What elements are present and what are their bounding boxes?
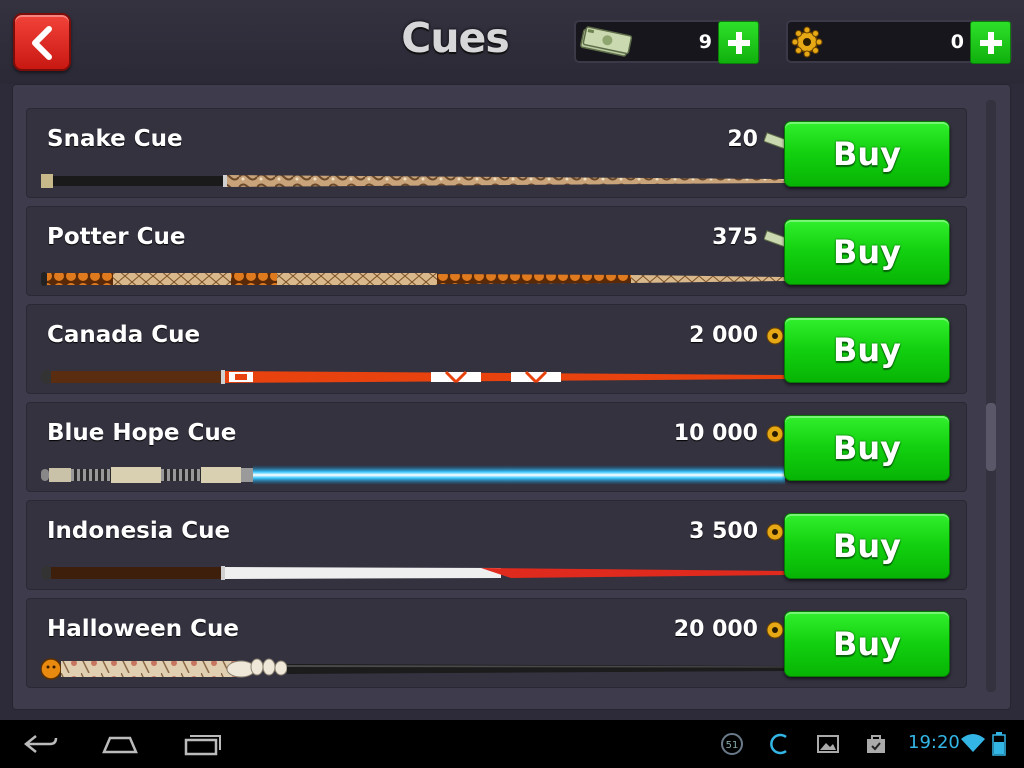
canada-cue-image <box>41 370 785 384</box>
coin-icon <box>766 621 784 639</box>
cue-row-potter: Potter Cue 375 Buy <box>26 206 967 296</box>
cue-name: Canada Cue <box>47 322 201 348</box>
buy-button[interactable]: Buy <box>784 415 950 481</box>
potter-cue-image <box>41 272 785 286</box>
coins-amount: 0 <box>950 31 964 53</box>
cue-name: Indonesia Cue <box>47 518 231 544</box>
add-coins-button[interactable] <box>970 21 1011 64</box>
coins-counter: 0 <box>786 20 1012 64</box>
back-nav-icon[interactable] <box>22 730 60 758</box>
scrollbar-thumb[interactable] <box>986 403 996 471</box>
buy-button[interactable]: Buy <box>784 219 950 285</box>
system-nav-bar: 51 19:20 <box>0 720 1024 768</box>
money-icon <box>764 230 786 248</box>
buy-button[interactable]: Buy <box>784 513 950 579</box>
blue-hope-cue-image <box>41 465 785 485</box>
sync-icon <box>770 733 787 755</box>
coin-icon <box>790 24 824 64</box>
cue-name: Potter Cue <box>47 224 186 250</box>
money-icon <box>578 24 634 64</box>
buy-button[interactable]: Buy <box>784 611 950 677</box>
cue-price: 3 500 <box>689 519 758 544</box>
cue-price: 20 <box>727 127 758 152</box>
money-icon <box>764 132 786 150</box>
indonesia-cue-image <box>41 566 785 580</box>
cash-amount: 9 <box>698 31 712 53</box>
battery-icon <box>992 732 1006 756</box>
scrollbar[interactable] <box>986 100 996 692</box>
cue-row-snake: Snake Cue 20 Buy <box>26 108 967 198</box>
cue-price: 375 <box>712 225 758 250</box>
coin-icon <box>766 327 784 345</box>
notification-count-icon: 51 <box>720 732 744 760</box>
top-bar: Cues 9 0 <box>0 0 1024 84</box>
halloween-cue-image <box>41 658 785 680</box>
cue-price: 2 000 <box>689 323 758 348</box>
cue-price: 20 000 <box>673 617 758 642</box>
chevron-left-icon <box>32 26 52 60</box>
cue-name: Snake Cue <box>47 126 183 152</box>
recent-apps-icon[interactable] <box>182 730 222 758</box>
home-nav-icon[interactable] <box>100 730 140 758</box>
store-icon <box>867 735 885 753</box>
cue-row-blue-hope: Blue Hope Cue 10 000 Buy <box>26 402 967 492</box>
cash-counter: 9 <box>574 20 760 64</box>
gallery-icon <box>817 735 839 753</box>
cue-row-halloween: Halloween Cue 20 000 Buy <box>26 598 967 688</box>
notification-count: 51 <box>726 740 739 751</box>
cue-row-indonesia: Indonesia Cue 3 500 Buy <box>26 500 967 590</box>
cue-name: Blue Hope Cue <box>47 420 237 446</box>
cue-price: 10 000 <box>673 421 758 446</box>
add-cash-button[interactable] <box>718 21 759 64</box>
wifi-icon <box>961 734 985 752</box>
clock: 19:20 <box>908 732 960 753</box>
back-button[interactable] <box>13 13 71 71</box>
snake-cue-image <box>41 174 785 188</box>
buy-button[interactable]: Buy <box>784 121 950 187</box>
coin-icon <box>766 523 784 541</box>
coin-icon <box>766 425 784 443</box>
cue-row-canada: Canada Cue 2 000 Buy <box>26 304 967 394</box>
cue-name: Halloween Cue <box>47 616 240 642</box>
page-title: Cues <box>401 14 510 62</box>
buy-button[interactable]: Buy <box>784 317 950 383</box>
